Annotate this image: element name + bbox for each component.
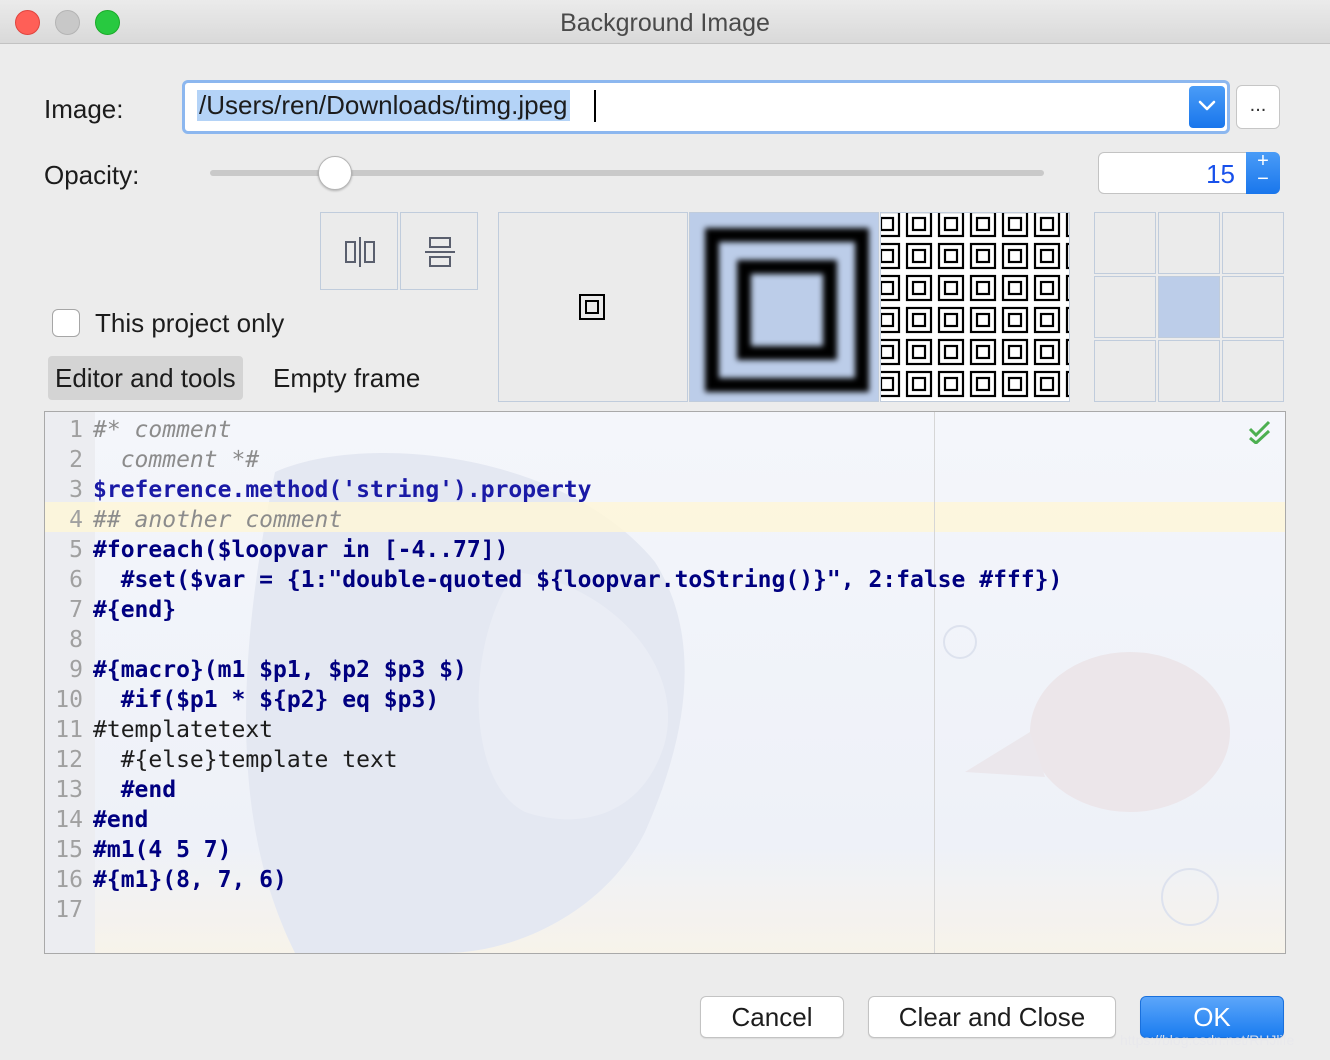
code-line: 11 #templatetext xyxy=(55,717,274,743)
code-text: ## another comment xyxy=(93,507,343,533)
code-line: 3 $reference.method('string').property xyxy=(69,477,592,503)
chevron-down-icon xyxy=(1198,100,1216,111)
dropdown-button[interactable] xyxy=(1189,86,1225,128)
fill-mode-center[interactable] xyxy=(498,212,688,402)
code-line: 6 #set($var = {1:"double-quoted ${loopva… xyxy=(69,567,1063,593)
code-lines: 1 #* comment 2 comment *# 3 $reference.met… xyxy=(45,415,1062,925)
code-line: 5 #foreach($loopvar in [-4..77]) xyxy=(69,537,509,563)
opacity-value[interactable]: 15 xyxy=(1206,159,1235,190)
code-line: 9 #{macro}(m1 $p1, $p2 $p3 $) xyxy=(69,657,467,683)
code-text: #{else}template text xyxy=(93,747,398,773)
anchor-grid xyxy=(1094,212,1284,402)
anchor-top-right[interactable] xyxy=(1222,212,1284,274)
tile-image-icon xyxy=(881,213,1069,401)
code-text: #{macro}(m1 $p1, $p2 $p3 $) xyxy=(93,657,467,683)
anchor-bottom[interactable] xyxy=(1158,340,1220,402)
image-path-input[interactable]: /Users/ren/Downloads/timg.jpeg xyxy=(197,90,570,121)
code-text: #templatetext xyxy=(93,717,274,743)
browse-button[interactable]: ... xyxy=(1236,85,1280,129)
fill-mode-tile[interactable] xyxy=(880,212,1070,402)
window-title: Background Image xyxy=(560,9,770,37)
clear-and-close-button[interactable]: Clear and Close xyxy=(868,996,1116,1038)
anchor-top[interactable] xyxy=(1158,212,1220,274)
code-line: 4 ## another comment xyxy=(69,507,343,533)
opacity-label: Opacity: xyxy=(44,160,140,190)
opacity-slider-thumb[interactable] xyxy=(318,156,353,190)
anchor-top-left[interactable] xyxy=(1094,212,1156,274)
code-text: #if($p1 * ${p2} eq $p3) xyxy=(93,687,440,713)
code-text: #end xyxy=(93,777,177,803)
code-text: #{m1}(8, 7, 6) xyxy=(93,867,287,893)
code-line: 17 xyxy=(55,897,83,923)
code-text: #end xyxy=(93,807,149,833)
stepper-arrows[interactable]: + − xyxy=(1246,151,1280,194)
anchor-right[interactable] xyxy=(1222,276,1284,338)
code-text: #foreach($loopvar in [-4..77]) xyxy=(93,537,509,563)
text-caret xyxy=(594,90,596,122)
code-text: #* comment xyxy=(93,417,232,443)
fill-mode-scale[interactable] xyxy=(689,212,879,402)
project-only-label: This project only xyxy=(95,308,285,338)
code-line: 14 #end xyxy=(55,807,149,833)
code-line: 10 #if($p1 * ${p2} eq $p3) xyxy=(55,687,440,713)
scale-image-icon xyxy=(705,228,869,392)
anchor-bottom-left[interactable] xyxy=(1094,340,1156,402)
code-line: 15 #m1(4 5 7) xyxy=(55,837,232,863)
image-label: Image: xyxy=(44,94,124,124)
inspection-ok-icon[interactable] xyxy=(1247,418,1273,444)
code-line: 8 xyxy=(69,627,83,653)
anchor-bottom-right[interactable] xyxy=(1222,340,1284,402)
center-image-icon xyxy=(579,294,605,320)
anchor-center[interactable] xyxy=(1158,276,1220,338)
image-path-combobox[interactable]: /Users/ren/Downloads/timg.jpeg xyxy=(182,80,1230,134)
tab-empty-frame[interactable]: Empty frame xyxy=(266,356,427,400)
code-text: #set($var = {1:"double-quoted ${loopvar.… xyxy=(93,567,1063,593)
code-text: #m1(4 5 7) xyxy=(93,837,232,863)
code-text: comment *# xyxy=(93,447,260,473)
flip-horizontal-icon xyxy=(345,237,375,267)
watermark: https://blog.csdn.net/RHJlife xyxy=(1120,1032,1295,1048)
flip-vertical-button[interactable] xyxy=(400,212,478,290)
flip-vertical-icon xyxy=(425,237,455,267)
code-line: 2 comment *# xyxy=(69,447,260,473)
code-line: 16 #{m1}(8, 7, 6) xyxy=(55,867,287,893)
anchor-left[interactable] xyxy=(1094,276,1156,338)
opacity-spinner[interactable]: 15 + − xyxy=(1098,151,1280,194)
code-preview[interactable]: 1 #* comment 2 comment *# 3 $reference.met… xyxy=(44,411,1286,954)
code-text: $reference.method('string').property xyxy=(93,477,592,503)
tab-editor-and-tools[interactable]: Editor and tools xyxy=(48,356,243,400)
cancel-button[interactable]: Cancel xyxy=(700,996,844,1038)
code-line: 7 #{end} xyxy=(69,597,177,623)
code-line: 12 #{else}template text xyxy=(55,747,398,773)
project-only-checkbox[interactable] xyxy=(52,309,80,337)
code-line: 13 #end xyxy=(55,777,177,803)
decrement-icon[interactable]: − xyxy=(1246,169,1280,189)
title-bar: Background Image xyxy=(0,0,1330,44)
flip-horizontal-button[interactable] xyxy=(320,212,398,290)
code-line: 1 #* comment xyxy=(69,417,232,443)
code-text: #{end} xyxy=(93,597,177,623)
